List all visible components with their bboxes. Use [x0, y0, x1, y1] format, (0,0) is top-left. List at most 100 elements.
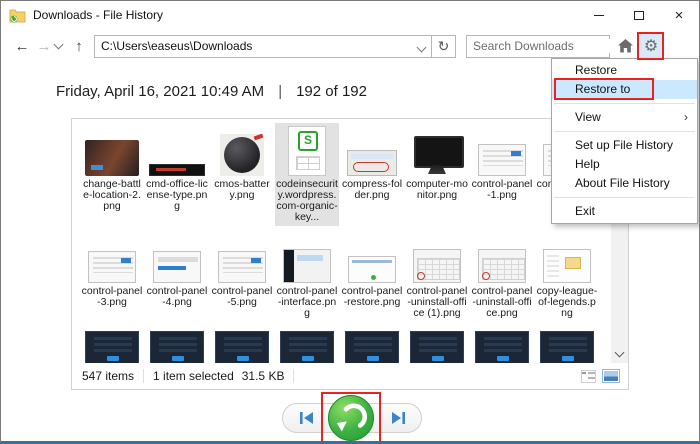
file-item[interactable]: data-recov	[80, 326, 144, 363]
t-bar-icon	[149, 164, 205, 176]
file-item[interactable]: control-panel-5.png	[210, 230, 274, 322]
menu-item-label: About File History	[575, 176, 670, 190]
file-thumbnail	[348, 233, 396, 283]
maximize-icon	[634, 11, 644, 20]
file-name: change-battle-location-2.png	[81, 179, 143, 212]
menu-separator	[554, 103, 695, 104]
file-row-1: change-battle-location-2.pngcmd-office-l…	[72, 123, 611, 226]
status-divider	[143, 369, 144, 383]
back-button[interactable]: ←	[11, 38, 33, 55]
home-icon	[618, 39, 633, 53]
file-item[interactable]: data-recov	[145, 326, 209, 363]
t-dark-icon	[410, 331, 464, 363]
file-item[interactable]: control-panel-4.png	[145, 230, 209, 322]
restore-button[interactable]	[328, 395, 374, 441]
file-item[interactable]: data-recov	[470, 326, 534, 363]
file-item[interactable]: copy-league-of-legends.png	[535, 230, 599, 322]
file-item[interactable]: data-recov	[340, 326, 404, 363]
file-thumbnail	[150, 329, 204, 363]
close-icon: ×	[675, 8, 684, 23]
file-item[interactable]: cmd-office-license-type.png	[145, 123, 209, 226]
file-item[interactable]: control-panel-interface.png	[275, 230, 339, 322]
scroll-down-icon[interactable]	[615, 348, 625, 358]
menu-item-label: Restore to	[575, 82, 630, 96]
menu-separator	[554, 197, 695, 198]
file-thumbnail	[153, 233, 201, 283]
t-battery-icon	[220, 134, 264, 176]
up-button[interactable]: ↑	[68, 38, 90, 55]
t-game-icon	[85, 140, 139, 176]
thumbnails-view-button[interactable]	[602, 369, 620, 383]
address-dropdown-icon[interactable]	[417, 42, 427, 52]
file-thumbnail	[85, 329, 139, 363]
files-area: change-battle-location-2.pngcmd-office-l…	[72, 119, 611, 363]
file-list-panel: change-battle-location-2.pngcmd-office-l…	[71, 118, 629, 390]
status-bar: 547 items 1 item selected 31.5 KB	[72, 363, 628, 389]
file-history-app-icon	[9, 7, 27, 23]
t-wintable-icon	[478, 249, 526, 283]
home-button[interactable]	[614, 34, 636, 58]
address-input[interactable]	[101, 39, 418, 53]
file-thumbnail	[413, 233, 461, 283]
file-item[interactable]: control-panel-restore.png	[340, 230, 404, 322]
file-item[interactable]: change-battle-location-2.png	[80, 123, 144, 226]
file-item[interactable]: computer-monitor.png	[405, 123, 469, 226]
version-date: Friday, April 16, 2021 10:49 AM	[56, 83, 264, 100]
file-item[interactable]: cmos-battery.png	[210, 123, 274, 226]
previous-version-button[interactable]	[286, 403, 328, 433]
menu-item-restore-to[interactable]: Restore to	[552, 80, 697, 99]
file-item[interactable]: control-panel-uninstall-office.png	[470, 230, 534, 322]
address-bar[interactable]	[94, 35, 432, 58]
menu-item-exit[interactable]: Exit	[552, 202, 697, 221]
t-explorer-icon	[543, 249, 591, 283]
menu-item-about-file-history[interactable]: About File History	[552, 174, 697, 193]
file-name: control-panel-4.png	[146, 286, 208, 308]
menu-item-restore[interactable]: Restore	[552, 61, 697, 80]
file-item[interactable]: control-panel-1.png	[470, 123, 534, 226]
next-version-button[interactable]	[376, 403, 418, 433]
file-item[interactable]: compress-folder.png	[340, 123, 404, 226]
minimize-button[interactable]	[579, 1, 619, 29]
next-icon	[390, 412, 405, 424]
search-input[interactable]	[473, 39, 628, 53]
file-item[interactable]: codeinsecurity.wordpress.com-organic-key…	[275, 123, 339, 226]
settings-button[interactable]: ⚙	[640, 34, 662, 58]
file-item[interactable]: data-recov	[210, 326, 274, 363]
refresh-button[interactable]: ↻	[432, 35, 456, 58]
file-name: cmos-battery.png	[211, 179, 273, 201]
t-dark-icon	[345, 331, 399, 363]
details-view-button[interactable]	[581, 370, 596, 383]
file-name: computer-monitor.png	[406, 179, 468, 201]
restore-arrow-icon	[331, 398, 371, 438]
file-name: control-panel-uninstall-office.png	[471, 286, 533, 319]
close-button[interactable]: ×	[659, 1, 699, 29]
menu-item-label: Restore	[575, 63, 617, 77]
file-thumbnail	[85, 126, 139, 176]
file-thumbnail	[478, 126, 526, 176]
history-dropdown-icon[interactable]	[54, 40, 64, 50]
t-winrestore-icon	[348, 256, 396, 283]
file-thumbnail	[414, 126, 460, 176]
file-item[interactable]: control-panel-uninstall-office (1).png	[405, 230, 469, 322]
file-name: codeinsecurity.wordpress.com-organic-key…	[276, 179, 338, 223]
search-box[interactable]	[466, 35, 610, 58]
menu-item-view[interactable]: View›	[552, 108, 697, 127]
file-name: cmd-office-license-type.png	[146, 179, 208, 212]
t-doc-icon	[288, 126, 326, 176]
file-thumbnail	[345, 329, 399, 363]
forward-button[interactable]: →	[33, 38, 55, 55]
file-item[interactable]: control-panel-3.png	[80, 230, 144, 322]
file-item[interactable]: data-recov	[275, 326, 339, 363]
maximize-button[interactable]	[619, 1, 659, 29]
menu-item-help[interactable]: Help	[552, 155, 697, 174]
file-item[interactable]: data-recov	[405, 326, 469, 363]
t-dark-icon	[215, 331, 269, 363]
menu-item-label: Exit	[575, 204, 595, 218]
t-winblue-icon	[153, 251, 201, 283]
status-divider	[293, 369, 294, 383]
file-name: control-panel-interface.png	[276, 286, 338, 319]
file-item[interactable]: data-recov	[535, 326, 599, 363]
window-title: Downloads - File History	[33, 8, 163, 22]
selection-size: 31.5 KB	[242, 369, 285, 383]
menu-item-set-up-file-history[interactable]: Set up File History	[552, 136, 697, 155]
